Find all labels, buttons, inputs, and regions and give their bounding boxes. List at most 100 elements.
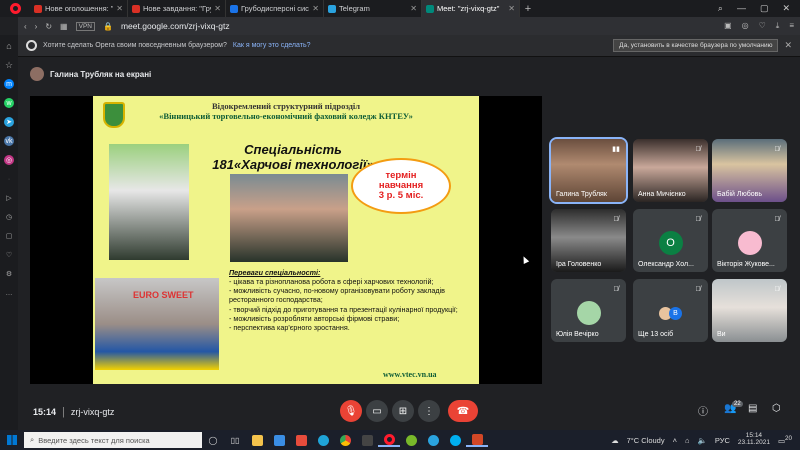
vk-icon[interactable]: vk: [4, 136, 14, 146]
maximize-icon[interactable]: ▢: [760, 3, 769, 14]
utorrent-icon[interactable]: [400, 434, 422, 446]
participant-tile[interactable]: 🎙̸ Ви: [712, 279, 787, 342]
participant-name: Ви: [717, 331, 726, 338]
opera-taskbar-icon[interactable]: [378, 433, 400, 447]
meeting-code[interactable]: zrj-vixq-gtz: [71, 407, 115, 417]
taskbar-search-input[interactable]: ⌕ Введите здесь текст для поиска: [24, 432, 202, 448]
weather-icon[interactable]: ☁: [611, 436, 619, 445]
lock-icon[interactable]: 🔒: [103, 22, 113, 31]
window-controls: ⌕ — ▢ ✕: [718, 3, 800, 14]
player-icon[interactable]: ▷: [4, 193, 14, 203]
end-call-button[interactable]: ☎: [448, 400, 478, 422]
back-icon[interactable]: ‹: [24, 22, 27, 31]
term-line-3: 3 р. 5 міс.: [378, 189, 424, 201]
weather-text[interactable]: 7°C Cloudy: [627, 436, 665, 445]
camera-permission-icon[interactable]: ▣: [724, 21, 732, 31]
mail-icon[interactable]: [268, 434, 290, 446]
advantages-list: Переваги спеціальності: - цікава та різн…: [229, 268, 475, 332]
participant-tile[interactable]: В 🎙̸ Ще 13 осіб: [633, 279, 708, 342]
start-icon[interactable]: [0, 435, 24, 445]
easy-setup-icon[interactable]: ≡: [789, 21, 794, 31]
close-window-icon[interactable]: ✕: [782, 3, 790, 14]
powerpoint-icon[interactable]: [466, 433, 488, 447]
close-tab-icon[interactable]: ✕: [116, 4, 123, 13]
browser-tab[interactable]: Нове оголошення: "Добр✕: [30, 0, 128, 17]
url-field[interactable]: meet.google.com/zrj-vixq-gtz: [121, 21, 230, 31]
cube-icon[interactable]: ▢: [4, 231, 14, 241]
present-screen-button[interactable]: ⊞: [392, 400, 414, 422]
volume-icon[interactable]: 🔈: [698, 436, 707, 445]
skype-icon[interactable]: [444, 434, 466, 446]
chat-icon[interactable]: ▤: [748, 403, 757, 414]
download-icon[interactable]: ⤓: [776, 21, 780, 31]
tab-label: Meet: "zrj-vixq-gtz": [437, 4, 500, 13]
vpn-badge[interactable]: VPN: [75, 21, 95, 31]
forward-icon[interactable]: ›: [35, 22, 38, 31]
minimize-icon[interactable]: —: [737, 3, 746, 14]
close-tab-icon[interactable]: ✕: [214, 4, 221, 13]
meet-control-bar: 15:14 | zrj-vixq-gtz 🎙 ▭ ⊞ ⋮ ☎ ⓘ 👥 22 ▤ ⬡: [18, 394, 800, 430]
students-photo-3: EURO SWEET: [95, 278, 219, 370]
mic-muted-icon: 🎙̸: [774, 145, 780, 153]
home-icon[interactable]: ⌂: [4, 41, 14, 51]
browser-tab[interactable]: Telegram ✕: [324, 0, 422, 17]
tray-chevron-icon[interactable]: ˄: [673, 436, 677, 445]
mic-off-button[interactable]: 🎙: [340, 400, 362, 422]
gear-icon[interactable]: ⚙: [4, 269, 14, 279]
participant-tile[interactable]: 🎙̸ Вікторія Жукове...: [712, 209, 787, 272]
participant-tile[interactable]: 🎙̸ Іра Головенко: [551, 209, 626, 272]
people-icon[interactable]: 👥 22: [724, 401, 743, 414]
presenter-label: Галина Трубляк на екрані: [30, 67, 151, 81]
network-icon[interactable]: ⌂: [685, 436, 690, 445]
opera-logo-icon[interactable]: [0, 0, 30, 17]
participant-tile[interactable]: О 🎙̸ Олександр Хол...: [633, 209, 708, 272]
set-default-button[interactable]: Да, установить в качестве браузера по ум…: [613, 39, 779, 52]
participant-tile[interactable]: 🎙̸ Бабій Любовь: [712, 139, 787, 202]
browser-tab[interactable]: Грубодисперсні системи.✕: [226, 0, 324, 17]
clock-icon[interactable]: ◷: [4, 212, 14, 222]
term-oval: термін навчання 3 р. 5 міс.: [351, 158, 451, 214]
camera-button[interactable]: ▭: [366, 400, 388, 422]
bookmark-heart-icon[interactable]: ♡: [759, 21, 766, 31]
browser-tab[interactable]: Meet: "zrj-vixq-gtz" ✕: [422, 0, 520, 17]
telegram-taskbar-icon[interactable]: [422, 434, 444, 446]
browser-tab[interactable]: Нове завдання: "Грубодр✕: [128, 0, 226, 17]
whatsapp-icon[interactable]: w: [4, 98, 14, 108]
reload-icon[interactable]: ↻: [45, 22, 52, 31]
chrome-icon[interactable]: [334, 434, 356, 446]
office-icon[interactable]: [290, 434, 312, 446]
more-icon[interactable]: …: [4, 288, 14, 298]
heart-icon[interactable]: ♡: [4, 250, 14, 260]
close-tab-icon[interactable]: ✕: [508, 4, 515, 13]
camera-app-icon[interactable]: [356, 434, 378, 446]
close-tab-icon[interactable]: ✕: [312, 4, 319, 13]
snapshot-icon[interactable]: ◎: [742, 21, 749, 31]
close-tab-icon[interactable]: ✕: [410, 4, 417, 13]
close-banner-icon[interactable]: ✕: [784, 40, 792, 51]
meeting-info-icon[interactable]: ⓘ: [698, 403, 708, 418]
instagram-icon[interactable]: ◎: [4, 155, 14, 165]
participant-tile[interactable]: 🎙̸ Анна Мичієнко: [633, 139, 708, 202]
star-icon[interactable]: ☆: [4, 60, 14, 70]
task-view-2-icon[interactable]: ▯▯: [224, 436, 246, 445]
messenger-icon[interactable]: m: [4, 79, 14, 89]
participant-tile[interactable]: 🎙̸ Юлія Вечірко: [551, 279, 626, 342]
search-tabs-icon[interactable]: ⌕: [718, 3, 723, 14]
advantage-item: - можливість сучасно, по-новому організо…: [229, 286, 445, 305]
banner-link[interactable]: Как я могу это сделать?: [233, 42, 311, 49]
mic-muted-icon: 🎙̸: [695, 145, 701, 153]
task-view-icon[interactable]: ◯: [202, 436, 224, 445]
activities-icon[interactable]: ⬡: [772, 403, 781, 414]
taskbar-clock[interactable]: 15:14 23.11.2021: [738, 432, 770, 447]
telegram-icon[interactable]: ➤: [4, 117, 14, 127]
mic-muted-icon: 🎙̸: [613, 215, 619, 223]
language-indicator[interactable]: РУС: [715, 436, 730, 445]
new-tab-button[interactable]: +: [520, 3, 536, 15]
speed-dial-icon[interactable]: ▦: [60, 22, 68, 31]
edge-icon[interactable]: [312, 434, 334, 446]
file-explorer-icon[interactable]: [246, 434, 268, 446]
presentation-slide: Відокремлений структурний підрозділ «Він…: [93, 96, 479, 384]
participant-tile[interactable]: ▮▮ Галина Трубляк: [549, 137, 628, 204]
notification-icon[interactable]: ▭20: [778, 435, 792, 446]
more-options-button[interactable]: ⋮: [418, 400, 440, 422]
